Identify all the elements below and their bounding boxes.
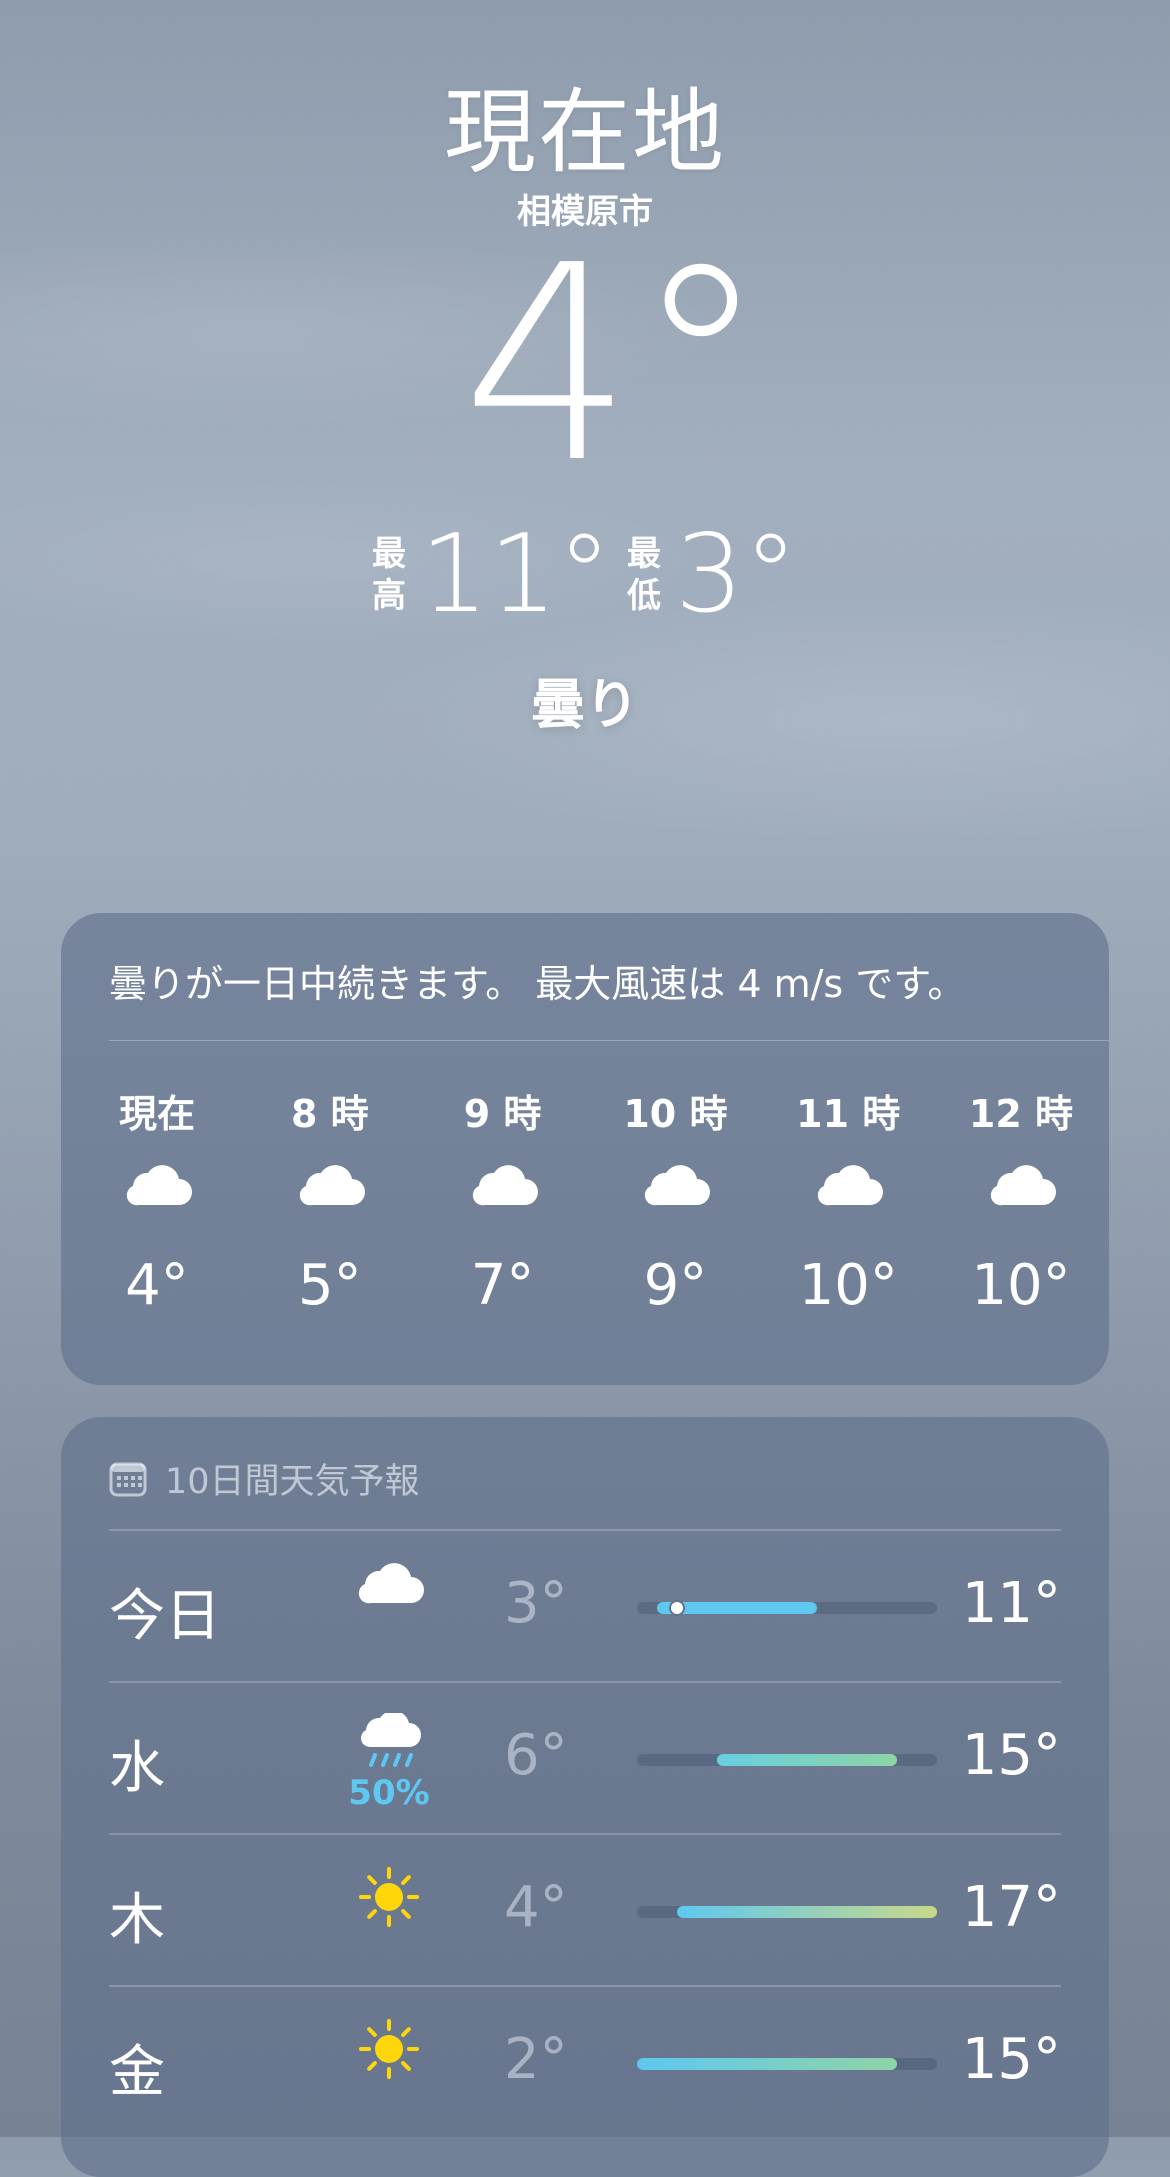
hourly-forecast-card[interactable]: 曇りが一日中続きます。 最大風速は 4 m/s です。 現在 4° 8 時 5° 9 時… bbox=[61, 913, 1109, 1385]
temperature-range-bar bbox=[637, 1600, 937, 1616]
high-temp: 17° bbox=[961, 1875, 1061, 1940]
daily-list[interactable]: 今日 3° 11° 水 50% 6° 15° 木 4° 17° 金 2° 15° bbox=[109, 1529, 1061, 2137]
day-label: 木 bbox=[109, 1888, 165, 1953]
hour-label: 8 時 bbox=[290, 1092, 369, 1136]
low-temp: 2° bbox=[504, 2027, 568, 2092]
hour-temperature: 5° bbox=[297, 1253, 362, 1318]
cloud-icon bbox=[985, 1163, 1057, 1223]
daily-row[interactable]: 今日 3° 11° bbox=[109, 1529, 1061, 1681]
low-temp: 3° bbox=[504, 1571, 568, 1636]
high-label-1: 最 bbox=[372, 534, 406, 574]
hour-temperature: 9° bbox=[643, 1253, 708, 1318]
daily-row[interactable]: 木 4° 17° bbox=[109, 1833, 1061, 1985]
sun-icon bbox=[357, 1865, 421, 1933]
hourly-item: 9 時 7° bbox=[455, 1083, 551, 1318]
cloud-icon bbox=[467, 1163, 539, 1223]
high-temperature: 最 高 11° bbox=[372, 520, 611, 630]
low-temp: 6° bbox=[504, 1723, 568, 1788]
hour-label: 9 時 bbox=[463, 1092, 542, 1136]
temperature-range-fill bbox=[717, 1754, 897, 1766]
high-label-2: 高 bbox=[372, 576, 406, 616]
cloud-icon bbox=[294, 1163, 366, 1223]
divider bbox=[109, 1040, 1109, 1041]
daily-row[interactable]: 金 2° 15° bbox=[109, 1985, 1061, 2137]
cloud-icon bbox=[353, 1561, 425, 1609]
temperature-range-fill bbox=[677, 1906, 937, 1918]
hourly-item: 現在 4° bbox=[109, 1083, 205, 1318]
ten-day-header: 10日間天気予報 bbox=[109, 1453, 420, 1504]
day-label: 金 bbox=[109, 2040, 165, 2105]
low-label-1: 最 bbox=[627, 534, 661, 574]
temperature-range-bar bbox=[637, 1754, 937, 1766]
low-temp: 4° bbox=[504, 1875, 568, 1940]
hour-label: 10 時 bbox=[623, 1092, 728, 1136]
hourly-item: 11 時 10° bbox=[796, 1083, 900, 1318]
hour-temperature: 4° bbox=[125, 1253, 189, 1318]
hour-temperature: 10° bbox=[798, 1253, 898, 1318]
temperature-range-bar bbox=[637, 2058, 937, 2070]
daily-row[interactable]: 水 50% 6° 15° bbox=[109, 1681, 1061, 1833]
cloud-rain-icon bbox=[353, 1710, 425, 1779]
hourly-item: 10 時 9° bbox=[623, 1083, 727, 1318]
ten-day-title: 10日間天気予報 bbox=[165, 1462, 420, 1502]
cloud-icon bbox=[812, 1163, 884, 1223]
sun-icon bbox=[357, 2017, 421, 2085]
temperature-range-fill bbox=[637, 2058, 897, 2070]
high-temp: 11° bbox=[961, 1571, 1061, 1636]
low-label-2: 低 bbox=[627, 576, 661, 616]
weather-condition: 曇り bbox=[531, 673, 639, 736]
current-temperature: 4° bbox=[461, 207, 769, 522]
day-label: 今日 bbox=[109, 1584, 221, 1649]
hourly-list[interactable]: 現在 4° 8 時 5° 9 時 7° 10 時 9° 11 時 10° 12 時 10° bbox=[109, 1083, 1073, 1318]
hour-temperature: 10° bbox=[971, 1253, 1071, 1318]
hourly-item: 8 時 5° bbox=[282, 1083, 378, 1318]
high-temp: 15° bbox=[961, 1723, 1061, 1788]
location-title: 現在地 bbox=[443, 79, 726, 186]
current-temp-indicator bbox=[669, 1600, 685, 1616]
ten-day-forecast-card[interactable]: 10日間天気予報 今日 3° 11° 水 50% 6° 15° 木 4° 17° 金 2° 15° bbox=[61, 1417, 1109, 2177]
precipitation-chance: 50% bbox=[348, 1773, 430, 1813]
day-label: 水 bbox=[109, 1736, 165, 1801]
low-temperature: 最 低 3° bbox=[627, 520, 798, 630]
cloud-icon bbox=[639, 1163, 711, 1223]
calendar-icon bbox=[109, 1462, 147, 1496]
low-value: 3° bbox=[675, 512, 798, 637]
hour-label: 11 時 bbox=[796, 1092, 901, 1136]
cloud-icon bbox=[121, 1163, 193, 1223]
hour-label: 12 時 bbox=[968, 1092, 1074, 1136]
high-value: 11° bbox=[420, 512, 612, 637]
hour-temperature: 7° bbox=[470, 1253, 535, 1318]
hour-label: 現在 bbox=[118, 1092, 195, 1136]
high-temp: 15° bbox=[961, 2027, 1061, 2092]
temperature-range-bar bbox=[637, 1906, 937, 1918]
hourly-item: 12 時 10° bbox=[969, 1083, 1073, 1318]
forecast-summary: 曇りが一日中続きます。 最大風速は 4 m/s です。 bbox=[109, 962, 966, 1006]
